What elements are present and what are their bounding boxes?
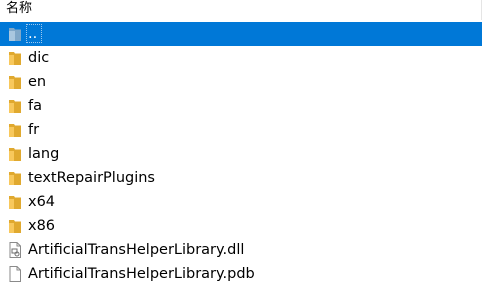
folder-row[interactable]: dic [0,46,482,70]
file-name: textRepairPlugins [28,170,155,186]
name-column-header[interactable]: 名称 [6,1,32,17]
file-name: lang [28,146,60,162]
file-name: ArtificialTransHelperLibrary.dll [28,242,245,258]
file-name: .. [28,26,38,42]
folder-icon [8,50,22,66]
file-name: x64 [28,194,56,210]
file-name: x86 [28,218,56,234]
folder-icon [8,146,22,162]
parent-folder-icon [8,26,22,42]
file-name: en [28,74,47,90]
file-row[interactable]: ArtificialTransHelperLibrary.dll [0,238,482,262]
file-name: fr [28,122,40,138]
dll-file-icon [8,242,22,258]
file-icon [8,266,22,282]
file-name: dic [28,50,50,66]
folder-icon [8,98,22,114]
file-list: .. dic en fa fr lang textRepairPlugins x64 x86 Ar… [0,22,482,286]
parent-folder-row[interactable]: .. [0,22,482,46]
folder-icon [8,218,22,234]
column-header[interactable]: 名称 [0,0,482,20]
folder-icon [8,74,22,90]
folder-icon [8,194,22,210]
folder-row[interactable]: lang [0,142,482,166]
folder-row[interactable]: textRepairPlugins [0,166,482,190]
file-name: fa [28,98,42,114]
file-row[interactable]: ArtificialTransHelperLibrary.pdb [0,262,482,286]
folder-icon [8,122,22,138]
folder-row[interactable]: fr [0,118,482,142]
folder-row[interactable]: fa [0,94,482,118]
folder-icon [8,170,22,186]
folder-row[interactable]: x64 [0,190,482,214]
folder-row[interactable]: en [0,70,482,94]
folder-row[interactable]: x86 [0,214,482,238]
file-name: ArtificialTransHelperLibrary.pdb [28,266,255,282]
